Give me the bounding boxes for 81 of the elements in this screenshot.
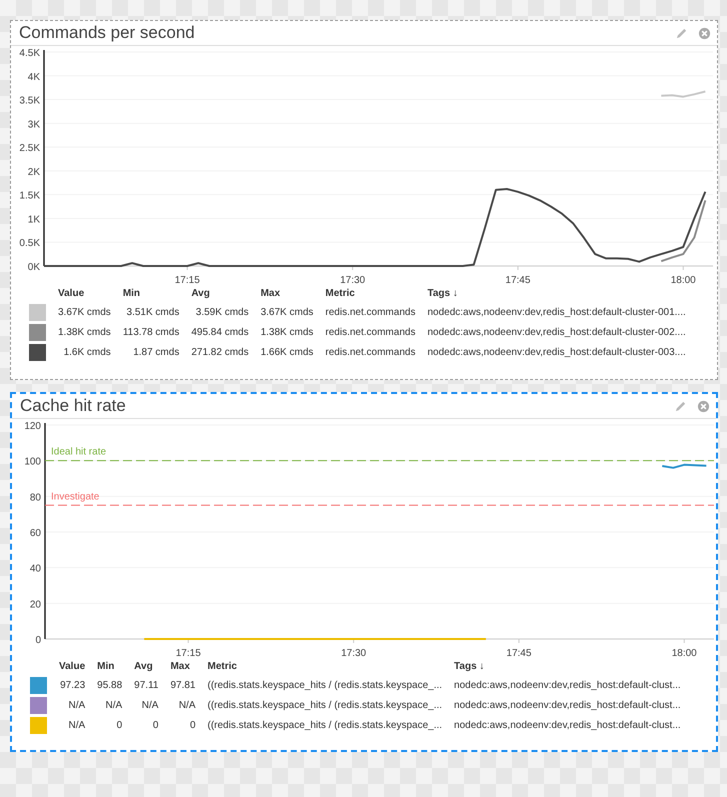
column-header[interactable]: Min <box>122 288 140 299</box>
y-tick-label: 2K <box>28 166 40 178</box>
reference-line-label: Ideal hit rate <box>51 446 106 458</box>
table-cell: 1.38K cmds <box>58 326 111 338</box>
table-cell: 1.38K cmds <box>260 326 314 338</box>
y-tick-label: 0 <box>35 635 41 646</box>
table-cell: 495.84 cmds <box>191 326 249 338</box>
table-cell: N/A <box>68 720 86 730</box>
y-tick-label: 3K <box>28 119 40 130</box>
table-cell: 0 <box>116 720 122 730</box>
close-icon[interactable] <box>698 26 711 40</box>
y-tick-label: 1.5K <box>19 190 40 202</box>
table-cell: N/A <box>106 700 122 710</box>
y-tick-label: 0.5K <box>19 238 40 250</box>
x-tick-label: 17:15 <box>176 648 201 659</box>
table-cell: 0 <box>152 720 158 730</box>
x-tick-label: 18:00 <box>672 648 697 659</box>
reference-line-label: Investigate <box>51 491 100 502</box>
column-header[interactable]: Avg <box>191 288 210 299</box>
y-tick-label: 4K <box>28 72 40 83</box>
column-header[interactable]: Metric <box>325 288 355 299</box>
edit-icon[interactable] <box>675 26 688 40</box>
edit-icon[interactable] <box>674 400 687 412</box>
y-tick-label: 120 <box>24 421 41 432</box>
y-tick-label: 2.5K <box>19 143 40 154</box>
table-cell: 1.66K cmds <box>260 346 314 358</box>
close-icon[interactable] <box>697 400 710 412</box>
y-tick-label: 3.5K <box>19 96 40 107</box>
y-tick-label: 60 <box>30 528 41 539</box>
table-cell: nodedc:aws,nodeenv:dev,redis_host:default-cluster-002.... <box>427 326 686 338</box>
y-tick-label: 80 <box>30 492 41 504</box>
table-cell: 97.11 <box>134 680 158 690</box>
y-tick-label: 0K <box>28 262 40 273</box>
table-cell: ((redis.stats.keyspace_hits / (redis.stats.keyspace_... <box>208 700 442 710</box>
x-tick-label: 17:45 <box>505 275 530 286</box>
table-cell: nodedc:aws,nodeenv:dev,redis_host:default-clust... <box>454 720 681 730</box>
table-cell: 3.67K cmds <box>58 306 111 318</box>
table-cell: nodedc:aws,nodeenv:dev,redis_host:default-clust... <box>454 700 681 710</box>
column-header[interactable]: Value <box>59 661 86 672</box>
table-cell: nodedc:aws,nodeenv:dev,redis_host:default-cluster-003.... <box>427 346 686 358</box>
table-cell: redis.net.commands <box>325 306 416 318</box>
table-cell: redis.net.commands <box>325 346 416 358</box>
column-header[interactable]: Tags ↓ <box>427 288 458 299</box>
x-tick-label: 17:30 <box>340 275 366 286</box>
column-header[interactable]: Max <box>170 661 190 672</box>
table-cell: 3.59K cmds <box>196 306 249 318</box>
table-cell: nodedc:aws,nodeenv:dev,redis_host:default-cluster-001.... <box>427 306 686 318</box>
table-cell: N/A <box>142 700 158 710</box>
table-cell: 1.6K cmds <box>64 346 111 358</box>
table-cell: ((redis.stats.keyspace_hits / (redis.stats.keyspace_... <box>208 720 442 730</box>
table-cell: 97.81 <box>170 680 196 690</box>
x-tick-label: 18:00 <box>670 275 696 286</box>
table-cell: 95.88 <box>97 680 122 690</box>
table-cell: redis.net.commands <box>325 326 416 338</box>
table-cell: 3.67K cmds <box>260 306 314 318</box>
table-cell: 97.23 <box>60 680 86 690</box>
table-cell: 0 <box>190 720 196 730</box>
table-cell: ((redis.stats.keyspace_hits / (redis.stats.keyspace_... <box>208 680 442 690</box>
table-cell: 1.87 cmds <box>133 346 180 358</box>
column-header[interactable]: Max <box>260 288 280 299</box>
y-tick-label: 4.5K <box>19 48 40 59</box>
table-cell: N/A <box>178 700 196 710</box>
x-tick-label: 17:45 <box>506 648 532 659</box>
widget-title: Commands per second <box>19 23 196 43</box>
column-header[interactable]: Tags ↓ <box>454 661 484 672</box>
x-tick-label: 17:15 <box>174 275 200 286</box>
y-tick-label: 100 <box>24 456 41 468</box>
widget-title: Cache hit rate <box>20 396 127 416</box>
column-header[interactable]: Value <box>58 288 84 299</box>
y-tick-label: 20 <box>30 599 41 610</box>
column-header[interactable]: Metric <box>208 661 237 672</box>
table-cell: 3.51K cmds <box>126 306 180 318</box>
y-tick-label: 1K <box>28 214 40 226</box>
table-cell: 271.82 cmds <box>191 346 249 358</box>
x-tick-label: 17:30 <box>341 648 366 659</box>
column-header[interactable]: Avg <box>134 661 153 672</box>
table-cell: nodedc:aws,nodeenv:dev,redis_host:default-clust... <box>454 680 681 690</box>
column-header[interactable]: Min <box>97 661 114 672</box>
table-cell: N/A <box>68 700 86 710</box>
table-cell: 113.78 cmds <box>122 326 180 338</box>
y-tick-label: 40 <box>30 564 41 575</box>
